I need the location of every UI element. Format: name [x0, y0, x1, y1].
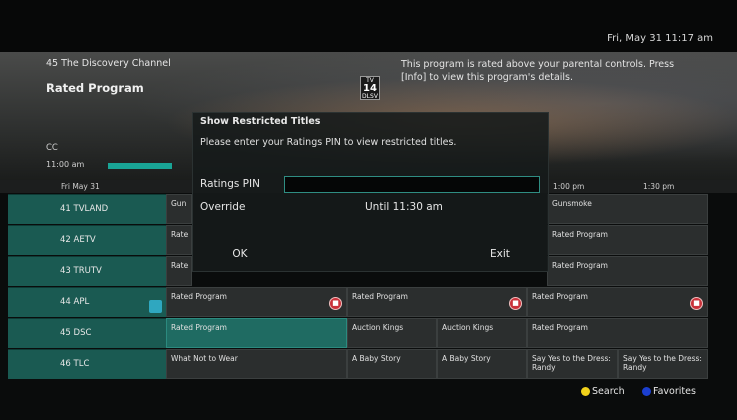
program-cell[interactable]: Rated Program [547, 256, 708, 286]
lock-icon: ■ [329, 297, 342, 310]
program-cell[interactable]: Rate [166, 256, 192, 286]
dialog-title: Show Restricted Titles [200, 116, 321, 127]
program-cell-label: Rated Program [171, 292, 227, 301]
program-cell[interactable]: Rated Program ■ [166, 287, 347, 317]
channel-row-45[interactable]: 45 DSC [8, 318, 166, 348]
channel-row-42[interactable]: 42 AETV [8, 225, 166, 255]
ratings-pin-label: Ratings PIN [200, 178, 260, 190]
timeline-time-slot: 1:30 pm [643, 182, 675, 191]
program-cell-selected[interactable]: Rated Program [166, 318, 347, 348]
program-cell[interactable]: Gunsmoke [547, 194, 708, 224]
program-cell[interactable]: A Baby Story [437, 349, 527, 379]
program-cell[interactable]: Auction Kings [347, 318, 437, 348]
program-cell[interactable]: Rated Program ■ [347, 287, 527, 317]
program-cell[interactable]: What Not to Wear [166, 349, 347, 379]
program-cell[interactable]: A Baby Story [347, 349, 437, 379]
program-cell-label: Rated Program [352, 292, 408, 301]
program-cell[interactable]: Rated Program [547, 225, 708, 255]
timeline-date: Fri May 31 [61, 182, 100, 191]
lock-icon: ■ [690, 297, 703, 310]
favorites-hint[interactable]: Favorites [653, 386, 696, 397]
program-cell[interactable]: Say Yes to the Dress: Randy [527, 349, 618, 379]
clock: Fri, May 31 11:17 am [607, 33, 713, 44]
ok-button[interactable]: OK [196, 243, 284, 265]
program-cell[interactable]: Gun [166, 194, 192, 224]
parental-control-message: This program is rated above your parenta… [401, 59, 675, 83]
channel-row-46[interactable]: 46 TLC [8, 349, 166, 379]
footer-bar [0, 382, 737, 420]
program-cell[interactable]: Rate [166, 225, 192, 255]
override-selector[interactable]: Until 11:30 am [365, 201, 443, 213]
timeline-time-slot: 1:00 pm [553, 182, 585, 191]
tv-rating-badge: TV 14 DLSV [360, 76, 380, 100]
override-label: Override [200, 201, 246, 213]
program-start-time: 11:00 am [46, 160, 85, 169]
top-bar [0, 0, 737, 52]
program-cell[interactable]: Rated Program ■ [527, 287, 708, 317]
ratings-pin-input[interactable] [284, 176, 540, 193]
search-hint[interactable]: Search [592, 386, 625, 397]
current-channel-name: 45 The Discovery Channel [46, 58, 171, 69]
channel-row-44[interactable]: 44 APL [8, 287, 166, 317]
exit-button[interactable]: Exit [450, 243, 550, 265]
favorite-channel-icon [149, 300, 162, 313]
channel-row-43[interactable]: 43 TRUTV [8, 256, 166, 286]
channel-row-41[interactable]: 41 TVLAND [8, 194, 166, 224]
yellow-button-icon [581, 387, 590, 396]
dialog-message: Please enter your Ratings PIN to view re… [200, 137, 457, 148]
rating-badge-main: 14 [363, 83, 377, 94]
program-progress-fill [108, 163, 172, 169]
program-cell-label: Rated Program [532, 292, 588, 301]
program-cell[interactable]: Say Yes to the Dress: Randy [618, 349, 708, 379]
lock-icon: ■ [509, 297, 522, 310]
closed-caption-indicator: CC [46, 143, 58, 153]
rating-badge-sub: DLSV [362, 93, 378, 100]
blue-button-icon [642, 387, 651, 396]
current-program-title: Rated Program [46, 81, 144, 95]
program-cell[interactable]: Auction Kings [437, 318, 527, 348]
program-cell[interactable]: Rated Program [527, 318, 708, 348]
